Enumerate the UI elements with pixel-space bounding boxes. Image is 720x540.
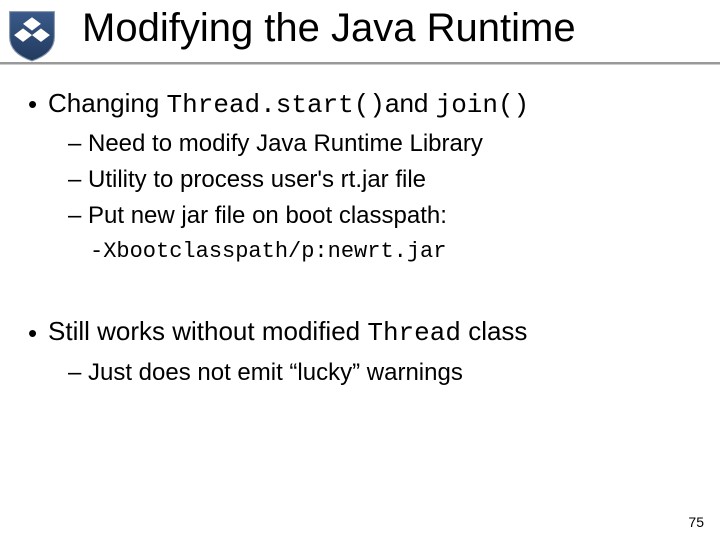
dash-icon: – bbox=[68, 164, 81, 196]
bullet-2: • Still works without modified Thread cl… bbox=[28, 314, 692, 350]
sub-bullet: – Just does not emit “lucky” warnings bbox=[68, 357, 692, 389]
bullet-1: • Changing Thread.start()and join() bbox=[28, 86, 692, 122]
page-number: 75 bbox=[688, 514, 704, 530]
slide: Modifying the Java Runtime • Changing Th… bbox=[0, 0, 720, 540]
bullet-1-text-pre: Changing bbox=[48, 88, 167, 118]
divider bbox=[0, 62, 720, 64]
sub-bullet: – Put new jar file on boot classpath: bbox=[68, 200, 692, 232]
title-area: Modifying the Java Runtime bbox=[82, 6, 700, 51]
bullet-1-code2: join() bbox=[436, 90, 530, 120]
bullet-2-text-post: class bbox=[461, 316, 527, 346]
bullet-2-code: Thread bbox=[367, 318, 461, 348]
dash-icon: – bbox=[68, 357, 81, 389]
bullet-1-cmd-line: -Xbootclasspath/p:newrt.jar bbox=[90, 235, 692, 266]
bullet-2-sub: – Just does not emit “lucky” warnings bbox=[68, 357, 692, 389]
sub-bullet: – Utility to process user's rt.jar file bbox=[68, 164, 692, 196]
sub-bullet-text: Need to modify Java Runtime Library bbox=[88, 130, 483, 157]
sub-bullet: – Need to modify Java Runtime Library bbox=[68, 128, 692, 160]
slide-body: • Changing Thread.start()and join() – Ne… bbox=[28, 86, 692, 392]
shield-logo bbox=[4, 6, 60, 62]
bullet-dot-icon: • bbox=[28, 87, 37, 121]
dash-icon: – bbox=[68, 200, 81, 232]
bullet-1-sub: – Need to modify Java Runtime Library – … bbox=[68, 128, 692, 266]
dash-icon: – bbox=[68, 128, 81, 160]
sub-bullet-text: Put new jar file on boot classpath: bbox=[88, 202, 447, 229]
boot-classpath-cmd: -Xbootclasspath/p:newrt.jar bbox=[90, 239, 446, 264]
bullet-dot-icon: • bbox=[28, 316, 37, 350]
bullet-2-text-pre: Still works without modified bbox=[48, 316, 367, 346]
slide-title: Modifying the Java Runtime bbox=[82, 6, 700, 51]
bullet-1-code1: Thread.start() bbox=[167, 90, 385, 120]
bullet-1-text-mid: and bbox=[385, 88, 436, 118]
sub-bullet-text: Just does not emit “lucky” warnings bbox=[88, 359, 463, 386]
sub-bullet-text: Utility to process user's rt.jar file bbox=[88, 166, 426, 193]
spacer bbox=[28, 270, 692, 314]
